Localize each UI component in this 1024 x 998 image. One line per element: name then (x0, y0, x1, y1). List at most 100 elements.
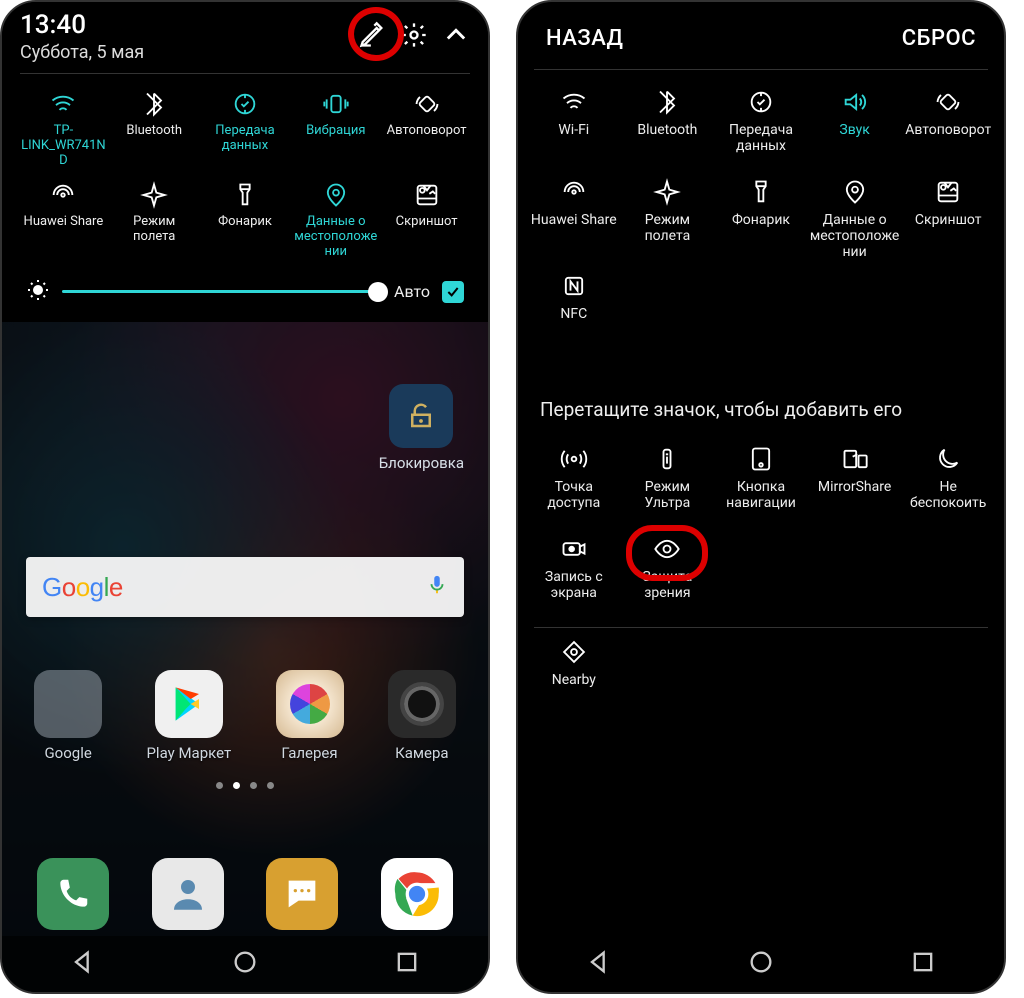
settings-button[interactable] (400, 21, 428, 53)
contacts-icon (167, 873, 209, 915)
edit-tile-sound[interactable]: Звук (809, 86, 901, 166)
chrome-app[interactable] (381, 858, 453, 930)
unlock-icon (406, 401, 436, 431)
brightness-icon (26, 278, 50, 306)
slider-thumb[interactable] (368, 282, 388, 302)
nav-recent[interactable] (909, 948, 937, 980)
auto-brightness-checkbox[interactable] (442, 281, 464, 303)
avail-tile-mirror[interactable]: MirrorShare (809, 443, 901, 523)
google-logo: Google (42, 572, 123, 603)
data-icon (231, 88, 259, 120)
tile-label: Режим Ультра (622, 479, 714, 511)
avail-tile-eye[interactable]: Защита зрения (622, 533, 714, 613)
flashlight-icon (747, 176, 775, 208)
tile-label: Wi-Fi (558, 122, 589, 138)
qs-tile-airplane[interactable]: Режим полета (111, 179, 198, 249)
tile-label: Данные о местоположении (292, 215, 379, 260)
avail-tile-ultra[interactable]: Режим Ультра (622, 443, 714, 523)
avail-tile-dnd[interactable]: Не беспокоить (902, 443, 994, 523)
tile-label: Автоповорот (387, 124, 467, 139)
tile-label: Звук (839, 122, 869, 138)
edit-tile-data[interactable]: Передача данных (715, 86, 807, 166)
chevron-up-icon (442, 21, 470, 49)
gallery-icon (276, 670, 344, 738)
back-button[interactable]: НАЗАД (546, 26, 624, 51)
quick-tiles-row2: Huawei Share Режим полета Фонарик Данные… (20, 179, 470, 260)
nav-back[interactable] (69, 948, 97, 980)
navbutton-icon (747, 443, 775, 475)
reset-button[interactable]: СБРОС (902, 26, 976, 51)
instruction-text: Перетащите значок, чтобы добавить его (518, 366, 1004, 435)
edit-tile-airplane[interactable]: Режим полета (622, 176, 714, 256)
app-play[interactable]: Play Маркет (146, 670, 231, 762)
microphone-icon (426, 574, 448, 596)
qs-tile-data[interactable]: Передача данных (202, 88, 289, 158)
google-search-bar[interactable]: Google (26, 557, 464, 617)
tile-label: Данные о местоположении (809, 212, 901, 260)
tile-label: Вибрация (306, 124, 365, 139)
tile-label: Скриншот (915, 212, 982, 228)
edit-tile-rotate[interactable]: Автоповорот (902, 86, 994, 166)
qs-tile-share[interactable]: Huawei Share (20, 179, 107, 249)
available-tiles-section-2: Nearby (518, 628, 1004, 724)
app-gallery[interactable]: Галерея (276, 670, 344, 762)
avail-tile-navbutton[interactable]: Кнопка навигации (715, 443, 807, 523)
voice-search-button[interactable] (426, 574, 448, 600)
edit-button[interactable] (358, 21, 386, 53)
phone-app[interactable] (37, 858, 109, 930)
dnd-icon (934, 443, 962, 475)
nav-home[interactable] (231, 948, 259, 980)
lock-widget[interactable]: Блокировка (379, 384, 464, 472)
edit-tile-screenshot[interactable]: Скриншот (902, 176, 994, 256)
home-screen: Блокировка Google Google Play Маркет Галер… (2, 332, 488, 992)
avail-tile-record[interactable]: Запись с экрана (528, 533, 620, 613)
square-recent-icon (393, 948, 421, 976)
qs-tile-rotate[interactable]: Автоповорот (383, 88, 470, 158)
status-date: Суббота, 5 мая (20, 42, 144, 63)
edit-tile-wifi[interactable]: Wi-Fi (528, 86, 620, 166)
tile-label: Bluetooth (126, 124, 182, 139)
edit-tile-flashlight[interactable]: Фонарик (715, 176, 807, 256)
dock (2, 858, 488, 930)
triangle-back-icon (585, 948, 613, 976)
brightness-slider[interactable] (62, 290, 382, 293)
nav-recent[interactable] (393, 948, 421, 980)
tile-label: Точка доступа (528, 479, 620, 511)
wifi-icon (49, 88, 77, 120)
quick-tiles-row1: TP-LINK_WR741ND Bluetooth Передача данны… (20, 88, 470, 169)
qs-tile-wifi[interactable]: TP-LINK_WR741ND (20, 88, 107, 169)
camera-icon (388, 670, 456, 738)
edit-tile-share[interactable]: Huawei Share (528, 176, 620, 256)
tile-label: Фонарик (218, 215, 272, 230)
qs-tile-vibration[interactable]: Вибрация (292, 88, 379, 158)
screenshot-icon (413, 179, 441, 211)
app-folder[interactable]: Google (34, 670, 102, 762)
messages-app[interactable] (266, 858, 338, 930)
avail-tile-hotspot[interactable]: Точка доступа (528, 443, 620, 523)
navigation-bar (2, 936, 488, 992)
nav-home[interactable] (747, 948, 775, 980)
contacts-app[interactable] (152, 858, 224, 930)
edit-tile-location[interactable]: Данные о местоположении (809, 176, 901, 260)
qs-tile-screenshot[interactable]: Скриншот (383, 179, 470, 249)
edit-tile-bluetooth[interactable]: Bluetooth (622, 86, 714, 166)
share-icon (49, 179, 77, 211)
tile-label: Huawei Share (531, 212, 617, 228)
location-icon (322, 179, 350, 211)
qs-tile-bluetooth[interactable]: Bluetooth (111, 88, 198, 158)
avail-tile-nearby[interactable]: Nearby (528, 636, 620, 716)
nearby-icon (560, 636, 588, 668)
phone-right-edit-tiles: НАЗАД СБРОС Wi-Fi Bluetooth Передача дан… (516, 0, 1006, 994)
wifi-icon (560, 86, 588, 118)
tile-label: Nearby (552, 672, 596, 688)
active-tiles-section: Wi-Fi Bluetooth Передача данных Звук Авт… (518, 70, 1004, 366)
tile-label: Режим полета (111, 215, 198, 245)
qs-tile-location[interactable]: Данные о местоположении (292, 179, 379, 260)
nav-back[interactable] (585, 948, 613, 980)
qs-tile-flashlight[interactable]: Фонарик (202, 179, 289, 249)
share-icon (560, 176, 588, 208)
collapse-button[interactable] (442, 21, 470, 53)
edit-tile-nfc[interactable]: NFC (528, 270, 620, 350)
tile-label: Автоповорот (905, 122, 991, 138)
app-camera[interactable]: Камера (388, 670, 456, 762)
